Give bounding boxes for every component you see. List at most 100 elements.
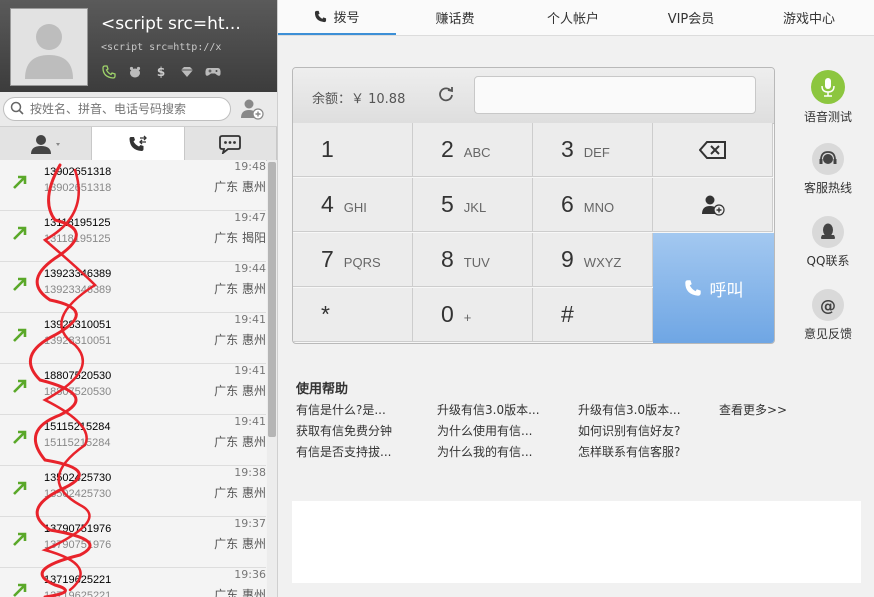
left-tabs [0, 127, 277, 161]
call-button[interactable]: 呼叫 [653, 233, 774, 343]
call-log-row[interactable]: 13502425730 13502425730 19:38 广东 惠州 [0, 466, 266, 517]
call-number: 13502425730 [44, 472, 112, 484]
support-hotline-button[interactable]: 客服热线 [796, 143, 860, 216]
key-digit: 1 [321, 136, 334, 162]
refresh-icon [439, 87, 453, 102]
backspace-icon [698, 140, 726, 159]
tab-earn-credit[interactable]: 赚话费 [396, 0, 514, 35]
key-letters: MNO [583, 200, 615, 215]
help-link[interactable]: 为什么我的有信... [437, 443, 578, 460]
outgoing-call-arrow-icon [13, 379, 27, 393]
profile-name: <script src=ht... [101, 14, 241, 34]
tab-account[interactable]: 个人帐户 [514, 0, 632, 35]
help-link[interactable]: 升级有信3.0版本... [578, 401, 719, 418]
call-number: 13118195125 [44, 217, 111, 229]
key-3[interactable]: 3 DEF [533, 123, 653, 177]
dollar-icon[interactable]: $ [153, 64, 169, 80]
call-number: 18807520530 [44, 370, 112, 382]
profile-signature[interactable]: <script src=http://x [101, 42, 271, 53]
key-0[interactable]: 0 + [413, 288, 533, 342]
help-empty-cell [719, 422, 819, 439]
dialer-panel: 余额：￥ 10.88 1 2 ABC 3 DEF 4 GHI 5 JKL 6 MNO 7 PQRS 8 TU… [292, 67, 775, 344]
qq-contact-label: QQ联系 [806, 254, 850, 268]
call-log-row[interactable]: 15115215284 15115215284 19:41 广东 惠州 [0, 415, 266, 466]
call-log-row[interactable]: 13923346389 13923346389 19:44 广东 惠州 [0, 262, 266, 313]
backspace-button[interactable] [653, 123, 773, 177]
tab-messages[interactable] [184, 127, 277, 160]
call-log-row[interactable]: 18807520530 18807520530 19:41 广东 惠州 [0, 364, 266, 415]
ad-area [292, 501, 861, 583]
microphone-icon [811, 70, 845, 104]
call-log-scrollbar[interactable] [267, 160, 277, 597]
call-log-row[interactable]: 13902651318 13902651318 19:48 广东 惠州 [0, 160, 266, 211]
call-log-row[interactable]: 13719625221 13719625221 19:36 广东 惠州 [0, 568, 266, 597]
key-letters: + [463, 310, 472, 325]
help-link[interactable]: 获取有信免费分钟 [296, 422, 437, 439]
call-number: 13928310051 [44, 319, 112, 331]
feedback-button[interactable]: @ 意见反馈 [796, 289, 860, 362]
tab-earn-credit-label: 赚话费 [435, 12, 475, 27]
key-6[interactable]: 6 MNO [533, 178, 653, 232]
call-location: 广东 惠州 [214, 588, 266, 597]
tab-game-center[interactable]: 游戏中心 [750, 0, 868, 35]
key-5[interactable]: 5 JKL [413, 178, 533, 232]
call-number-sub: 13902651318 [44, 182, 112, 194]
voice-test-button[interactable]: 语音测试 [796, 70, 860, 143]
call-number-sub: 13502425730 [44, 488, 112, 500]
key-letters: WXYZ [583, 255, 622, 270]
help-link[interactable]: 如何识别有信好友? [578, 422, 719, 439]
key-1[interactable]: 1 [293, 123, 413, 177]
help-title: 使用帮助 [296, 382, 349, 397]
help-link[interactable]: 有信是否支持拔... [296, 443, 437, 460]
refresh-balance-button[interactable] [437, 85, 455, 106]
gamepad-icon[interactable] [205, 64, 221, 80]
pet-icon[interactable] [127, 64, 143, 80]
call-number: 13719625221 [44, 574, 112, 586]
outgoing-call-arrow-icon [13, 175, 27, 189]
contacts-icon [30, 134, 60, 154]
key-letters: JKL [463, 200, 487, 215]
qq-contact-button[interactable]: QQ联系 [796, 216, 860, 289]
key-star[interactable]: * [293, 288, 413, 342]
help-link[interactable]: 怎样联系有信客服? [578, 443, 719, 460]
key-7[interactable]: 7 PQRS [293, 233, 413, 287]
key-4[interactable]: 4 GHI [293, 178, 413, 232]
outgoing-call-arrow-icon [13, 328, 27, 342]
help-link[interactable]: 有信是什么?是... [296, 401, 437, 418]
call-log-row[interactable]: 13118195125 13118195125 19:47 广东 揭阳 [0, 211, 266, 262]
key-hash[interactable]: # [533, 288, 653, 342]
tab-vip[interactable]: VIP会员 [632, 0, 750, 35]
qq-penguin-icon [812, 216, 844, 248]
feedback-label: 意见反馈 [803, 327, 852, 341]
search-input[interactable] [28, 100, 227, 118]
diamond-icon[interactable] [179, 64, 195, 80]
key-8[interactable]: 8 TUV [413, 233, 533, 287]
key-9[interactable]: 9 WXYZ [533, 233, 653, 287]
help-link[interactable]: 升级有信3.0版本... [437, 401, 578, 418]
call-log-row[interactable]: 13928310051 13928310051 19:41 广东 惠州 [0, 313, 266, 364]
phone-status-icon[interactable] [101, 64, 117, 80]
key-digit: * [321, 301, 330, 327]
balance-text: 余额：￥ 10.88 [312, 92, 406, 107]
add-contact-button[interactable] [237, 97, 267, 121]
tab-game-center-label: 游戏中心 [782, 12, 835, 27]
scrollbar-thumb[interactable] [268, 162, 276, 437]
outgoing-call-arrow-icon [13, 277, 27, 291]
key-2[interactable]: 2 ABC [413, 123, 533, 177]
call-log-row[interactable]: 13790751976 13790751976 19:37 广东 惠州 [0, 517, 266, 568]
call-log-list[interactable]: 13902651318 13902651318 19:48 广东 惠州 13118195… [0, 160, 266, 597]
avatar[interactable] [10, 8, 88, 86]
contact-search-box[interactable] [3, 97, 231, 121]
call-location: 广东 惠州 [214, 384, 266, 398]
add-to-contacts-button[interactable] [653, 178, 773, 232]
dial-number-input[interactable] [474, 76, 756, 114]
call-location: 广东 惠州 [214, 537, 266, 551]
tab-dial[interactable]: 拨号 [278, 0, 396, 35]
key-letters: PQRS [343, 255, 381, 270]
phone-icon [684, 280, 701, 296]
help-link[interactable]: 查看更多>> [719, 401, 819, 418]
call-location: 广东 惠州 [214, 486, 266, 500]
tab-contacts[interactable] [0, 127, 93, 160]
tab-call-log[interactable] [92, 127, 185, 160]
help-link[interactable]: 为什么使用有信... [437, 422, 578, 439]
